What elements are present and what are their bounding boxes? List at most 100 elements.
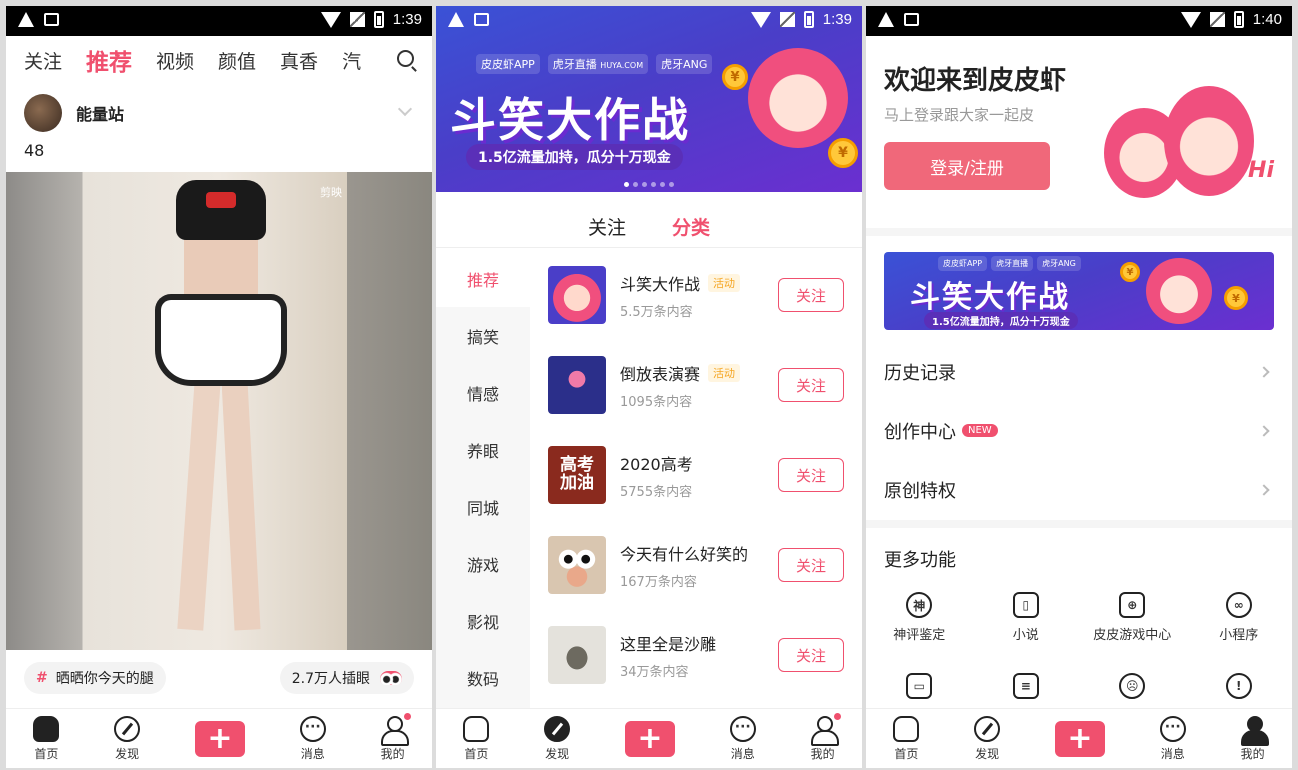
divider: [866, 520, 1292, 528]
tab-follow[interactable]: 关注: [24, 47, 62, 74]
tab-looks[interactable]: 颜值: [218, 47, 256, 74]
tab-video[interactable]: 视频: [156, 47, 194, 74]
feature-dizzy[interactable]: ☹: [1079, 673, 1186, 699]
profile-screen: 1:40 欢迎来到皮皮虾 马上登录跟大家一起皮 登录/注册 Hi 皮皮虾APP …: [866, 6, 1292, 768]
status-bar: 1:39: [436, 6, 862, 36]
avatar[interactable]: [24, 94, 62, 132]
compass-icon: [114, 715, 141, 742]
page-subtitle: 马上登录跟大家一起皮: [884, 106, 1035, 124]
notification-dot: [833, 712, 841, 720]
follow-button[interactable]: 关注: [778, 638, 844, 672]
sidebar-item-movies[interactable]: 影视: [436, 592, 530, 649]
battery-icon: [803, 11, 814, 28]
sidebar-item-emotion[interactable]: 情感: [436, 364, 530, 421]
post-text: 48: [24, 141, 45, 160]
chevron-down-icon[interactable]: [397, 101, 413, 117]
sidebar-item-recommend[interactable]: 推荐: [436, 250, 530, 307]
feature-grid: 神神评鉴定 ▯ 小说 ⊕ 皮皮游戏中心 ∞ 小程序 ▭ ≡ ☹ !: [866, 592, 1292, 699]
sidebar-item-eyecandy[interactable]: 养眼: [436, 421, 530, 478]
new-badge: NEW: [962, 424, 998, 437]
nav-discover[interactable]: 发现: [974, 715, 1001, 762]
clock: 1:40: [1252, 11, 1282, 28]
chevron-right-icon: [1258, 483, 1270, 496]
bottom-nav: 首页 发现 + 消息 我的: [436, 708, 862, 768]
nav-discover[interactable]: 发现: [544, 715, 571, 762]
tab-zhenxiang[interactable]: 真香: [280, 47, 318, 74]
divider: [866, 228, 1292, 236]
item-thumbnail: 高考加油: [548, 446, 606, 504]
tab-recommend[interactable]: 推荐: [86, 43, 132, 77]
item-thumbnail: [548, 536, 606, 594]
sidebar-item-local[interactable]: 同城: [436, 478, 530, 535]
sidebar-item-funny[interactable]: 搞笑: [436, 307, 530, 364]
list-item[interactable]: 高考加油 2020高考 5755条内容 关注: [530, 430, 862, 520]
nav-me[interactable]: 我的: [380, 712, 411, 762]
user-icon: [380, 712, 411, 746]
publish-button[interactable]: +: [1054, 720, 1105, 757]
nav-me[interactable]: 我的: [1240, 715, 1269, 762]
tab-follow[interactable]: 关注: [588, 213, 626, 240]
publish-button[interactable]: +: [194, 720, 245, 757]
post-photo[interactable]: 剪映: [6, 172, 432, 650]
topic-tag[interactable]: # 晒晒你今天的腿: [24, 662, 166, 694]
nav-home[interactable]: 首页: [33, 715, 60, 762]
login-button[interactable]: 登录/注册: [884, 142, 1050, 190]
follow-button[interactable]: 关注: [778, 458, 844, 492]
segment-tabs: 关注 分类: [436, 206, 862, 248]
battery-icon: [373, 11, 384, 28]
feature-mini-program[interactable]: ∞ 小程序: [1186, 592, 1293, 643]
sidebar-item-digital[interactable]: 数码: [436, 649, 530, 706]
tab-car[interactable]: 汽: [342, 47, 361, 74]
menu-item-history[interactable]: 历史记录: [866, 342, 1292, 401]
feature-notes[interactable]: ≡: [973, 673, 1080, 699]
nav-messages[interactable]: 消息: [729, 715, 756, 762]
mascot-image: [1146, 258, 1212, 324]
menu-item-original[interactable]: 原创特权: [866, 460, 1292, 519]
nav-messages[interactable]: 消息: [299, 715, 326, 762]
hashtag-icon: #: [36, 670, 48, 686]
nav-home[interactable]: 首页: [893, 715, 920, 762]
image-icon: [474, 13, 489, 26]
clock: 1:39: [822, 11, 852, 28]
nav-discover[interactable]: 发现: [114, 715, 141, 762]
document-icon: ≡: [1012, 673, 1039, 699]
chevron-right-icon: [1258, 365, 1270, 378]
post-author[interactable]: 能量站: [24, 94, 124, 132]
follow-button[interactable]: 关注: [778, 278, 844, 312]
home-icon: [463, 715, 490, 742]
gamepad-icon: ⊕: [1119, 592, 1146, 618]
author-name[interactable]: 能量站: [76, 101, 124, 125]
category-screen: 皮皮虾APP 虎牙直播 HUYA.COM 虎牙ANG 斗笑大作战 1.5亿流量加…: [436, 6, 862, 768]
menu-item-creator[interactable]: 创作中心 NEW: [866, 401, 1292, 460]
publish-button[interactable]: +: [624, 720, 675, 757]
view-count[interactable]: 2.7万人插眼: [279, 662, 414, 694]
feature-report[interactable]: !: [1186, 673, 1293, 699]
photo-figure: [146, 180, 296, 640]
follow-button[interactable]: 关注: [778, 548, 844, 582]
carousel-dots: [624, 182, 674, 187]
nav-messages[interactable]: 消息: [1159, 715, 1186, 762]
feature-game-center[interactable]: ⊕ 皮皮游戏中心: [1079, 592, 1186, 643]
shop-icon: ▭: [906, 673, 933, 699]
home-icon: [33, 715, 60, 742]
image-icon: [904, 13, 919, 26]
profile-menu: 历史记录 创作中心 NEW 原创特权: [866, 342, 1292, 519]
coin-icon: ¥: [1120, 262, 1140, 282]
list-item[interactable]: 今天有什么好笑的 167万条内容 关注: [530, 520, 862, 610]
promo-banner[interactable]: 皮皮虾APP 虎牙直播 虎牙ANG 斗笑大作战 1.5亿流量加持，瓜分十万现金 …: [884, 252, 1274, 330]
nav-me[interactable]: 我的: [810, 712, 841, 762]
nav-home[interactable]: 首页: [463, 715, 490, 762]
shen-icon: 神: [906, 592, 933, 618]
search-icon[interactable]: [397, 50, 414, 67]
warning-icon: [878, 12, 894, 27]
tab-category[interactable]: 分类: [672, 213, 710, 240]
sidebar-item-games[interactable]: 游戏: [436, 535, 530, 592]
list-item[interactable]: 斗笑大作战 活动 5.5万条内容 关注: [530, 250, 862, 340]
list-item[interactable]: 倒放表演赛 活动 1095条内容 关注: [530, 340, 862, 430]
feature-shenping[interactable]: 神神评鉴定: [866, 592, 973, 643]
banner-logos: 皮皮虾APP 虎牙直播 虎牙ANG: [938, 256, 1081, 271]
feature-store[interactable]: ▭: [866, 673, 973, 699]
list-item[interactable]: 这里全是沙雕 34万条内容 关注: [530, 610, 862, 700]
follow-button[interactable]: 关注: [778, 368, 844, 402]
feature-novel[interactable]: ▯ 小说: [973, 592, 1080, 643]
